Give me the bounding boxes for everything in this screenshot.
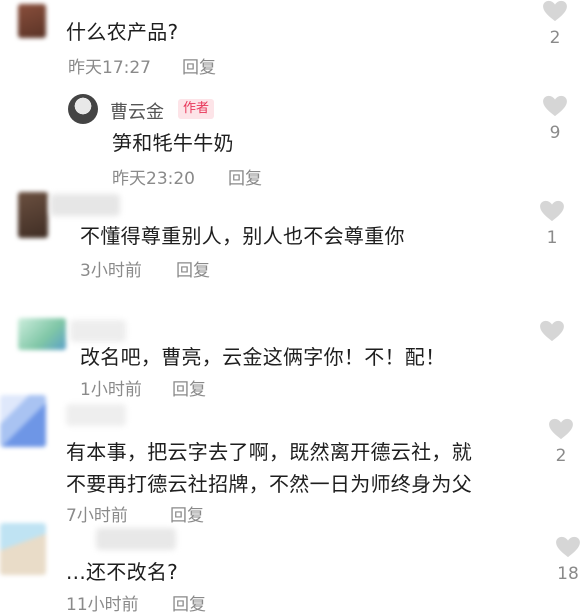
- reply-button[interactable]: 回复: [172, 375, 206, 400]
- reply-button[interactable]: 回复: [228, 164, 262, 189]
- comment-text: 笋和牦牛牛奶: [112, 131, 234, 155]
- like-count: 18: [557, 564, 579, 584]
- avatar[interactable]: [18, 192, 48, 238]
- comment-text: ...还不改名?: [66, 560, 179, 584]
- comment-time: 3小时前: [80, 261, 142, 281]
- reply-button[interactable]: 回复: [172, 590, 206, 615]
- username-blurred[interactable]: [96, 528, 176, 550]
- comment-text: 什么农产品?: [66, 20, 179, 44]
- heart-icon: [540, 200, 564, 222]
- like-button[interactable]: 2: [540, 0, 570, 48]
- heart-icon: [543, 95, 567, 117]
- reply-button[interactable]: 回复: [182, 53, 216, 78]
- like-button[interactable]: 18: [553, 536, 583, 584]
- reply-button[interactable]: 回复: [170, 501, 204, 526]
- comment-time: 1小时前: [80, 380, 142, 400]
- comment-text: 改名吧，曹亮，云金这俩字你！不！配！: [80, 345, 446, 369]
- reply-button[interactable]: 回复: [176, 256, 210, 281]
- heart-icon: [549, 418, 573, 440]
- like-count: 1: [546, 228, 558, 248]
- author-avatar[interactable]: [68, 94, 98, 124]
- heart-icon: [543, 0, 567, 22]
- avatar[interactable]: [18, 318, 66, 350]
- author-badge: 作者: [178, 99, 215, 119]
- username-blurred[interactable]: [66, 404, 126, 426]
- comment-time: 昨天23:20: [112, 169, 195, 189]
- heart-icon: [540, 320, 564, 342]
- like-count: 2: [555, 446, 567, 466]
- heart-icon: [556, 536, 580, 558]
- like-button[interactable]: 1: [537, 200, 567, 248]
- like-button[interactable]: 9: [540, 95, 570, 143]
- like-count: 9: [549, 123, 561, 143]
- username-blurred[interactable]: [50, 194, 120, 216]
- avatar[interactable]: [0, 395, 46, 447]
- avatar[interactable]: [0, 523, 46, 575]
- like-count: 2: [549, 28, 561, 48]
- like-button[interactable]: [537, 320, 567, 348]
- comment-text: 不懂得尊重别人，别人也不会尊重你: [80, 224, 405, 248]
- comment-text-line1: 有本事，把云字去了啊，既然离开德云社，就: [66, 440, 472, 464]
- author-name[interactable]: 曹云金: [110, 98, 164, 124]
- comment-time: 7小时前: [66, 506, 128, 526]
- like-button[interactable]: 2: [546, 418, 576, 466]
- comment-time: 昨天17:27: [68, 58, 151, 78]
- username-blurred[interactable]: [70, 320, 126, 342]
- avatar[interactable]: [18, 4, 46, 38]
- comment-time: 11小时前: [66, 595, 139, 615]
- comment-text-line2: 不要再打德云社招牌，不然一日为师终身为父: [66, 472, 472, 496]
